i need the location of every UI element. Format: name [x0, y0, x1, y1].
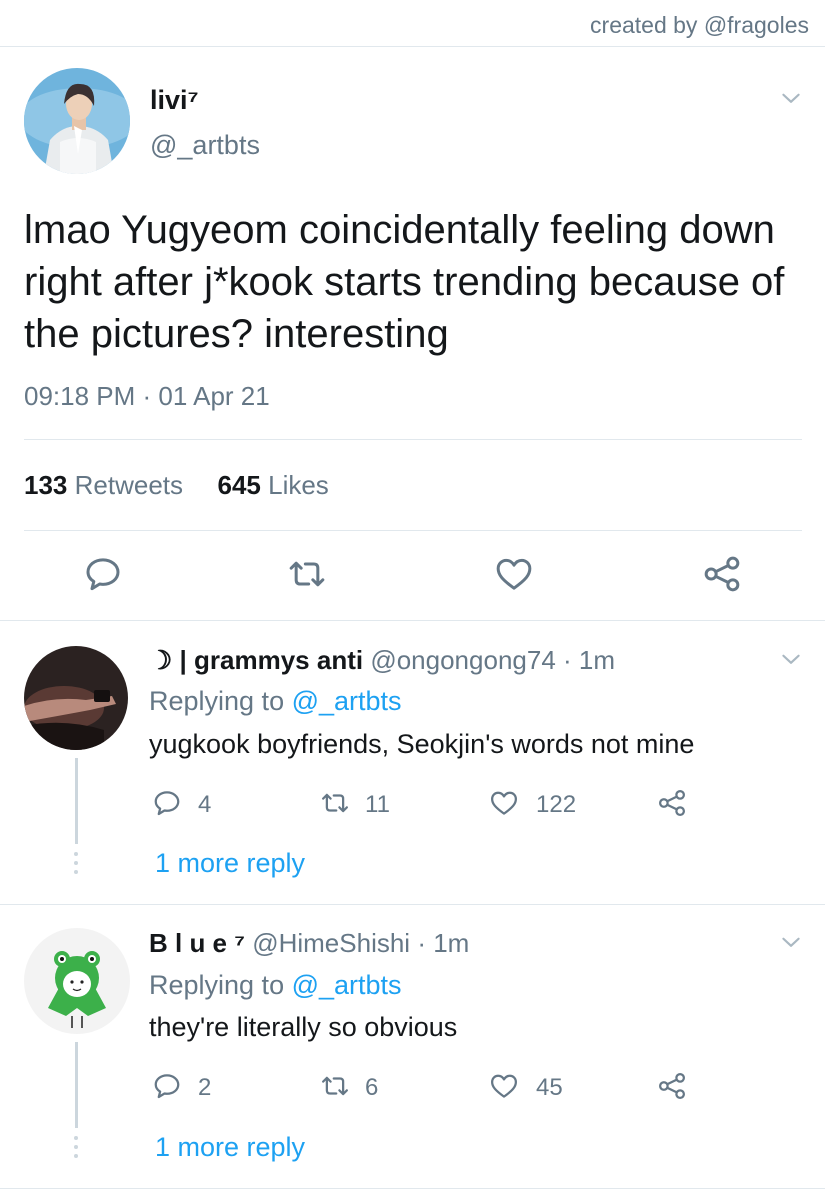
reply-1-replying-to: Replying to @_artbts — [149, 686, 402, 717]
retweet-icon[interactable] — [319, 788, 351, 818]
reply-1-header[interactable]: ☽ | grammys anti @ongongong74 · 1m — [149, 645, 615, 676]
reply-2-thread-dot — [74, 1145, 78, 1149]
chevron-down-icon[interactable] — [778, 646, 804, 672]
reply-1-thread-dot — [74, 870, 78, 874]
reply-2-thread-dot — [74, 1136, 78, 1140]
stats-bottom-divider — [24, 530, 802, 531]
share-icon[interactable] — [656, 1071, 688, 1101]
reply-icon[interactable] — [152, 788, 182, 818]
replying-to-label: Replying to — [149, 686, 285, 716]
reply-1-handle: @ongongong74 — [370, 645, 556, 675]
actions-bottom-divider — [0, 620, 825, 621]
main-display-name[interactable]: livi⁷ — [150, 85, 199, 116]
top-divider — [0, 46, 825, 47]
replying-to-handle[interactable]: @_artbts — [292, 970, 402, 1000]
reply-2-divider — [0, 1188, 825, 1189]
retweet-stat[interactable]: 133 Retweets — [24, 470, 183, 500]
reply-2-avatar[interactable] — [24, 928, 130, 1034]
reply-1-more-replies[interactable]: 1 more reply — [155, 848, 305, 879]
stats-top-divider — [24, 439, 802, 440]
chevron-down-icon[interactable] — [778, 929, 804, 955]
retweets-label: Retweets — [74, 470, 184, 500]
reply-2-replies-count: 2 — [198, 1074, 212, 1101]
reply-2-retweets-count: 6 — [365, 1074, 379, 1101]
main-handle[interactable]: @_artbts — [150, 130, 260, 161]
likes-label: Likes — [268, 470, 329, 500]
replying-to-label: Replying to — [149, 970, 285, 1000]
likes-count: 645 — [217, 470, 261, 500]
reply-1-thread-dot — [74, 861, 78, 865]
reply-1-retweets-count: 11 — [365, 791, 390, 818]
reply-2-replying-to: Replying to @_artbts — [149, 970, 402, 1001]
reply-2-thread-dot — [74, 1154, 78, 1158]
heart-icon[interactable] — [488, 788, 520, 818]
reply-icon[interactable] — [152, 1071, 182, 1101]
reply-2-time: · 1m — [417, 928, 470, 958]
reply-2-text: they're literally so obvious — [149, 1012, 458, 1042]
replying-to-handle[interactable]: @_artbts — [292, 686, 402, 716]
reply-2-thread-line — [75, 1042, 78, 1128]
heart-icon[interactable] — [494, 554, 534, 594]
reply-1-avatar[interactable] — [24, 646, 128, 750]
credit-text: created by @fragoles — [590, 12, 809, 38]
reply-2-more-replies[interactable]: 1 more reply — [155, 1132, 305, 1163]
reply-1-replies-count: 4 — [198, 791, 212, 818]
likes-stat[interactable]: 645 Likes — [217, 470, 328, 500]
tweet-timestamp[interactable]: 09:18 PM · 01 Apr 21 — [24, 381, 270, 412]
retweets-count: 133 — [24, 470, 68, 500]
reply-2-likes-count: 45 — [536, 1074, 563, 1101]
reply-icon[interactable] — [83, 554, 123, 594]
reply-2-display-name: B l u e ⁷ — [149, 928, 245, 958]
retweet-icon[interactable] — [319, 1071, 351, 1101]
reply-1-thread-line — [75, 758, 78, 844]
reply-1-time: · 1m — [563, 645, 616, 675]
heart-icon[interactable] — [488, 1071, 520, 1101]
reply-1-likes-count: 122 — [536, 791, 577, 818]
chevron-down-icon[interactable] — [778, 85, 804, 111]
reply-1-text: yugkook boyfriends, Seokjin's words not … — [149, 729, 695, 759]
main-avatar[interactable] — [24, 68, 130, 174]
reply-2-handle: @HimeShishi — [252, 928, 411, 958]
tweet-stats: 133 Retweets 645 Likes — [24, 470, 329, 501]
reply-2-header[interactable]: B l u e ⁷ @HimeShishi · 1m — [149, 928, 469, 959]
retweet-icon[interactable] — [287, 554, 327, 594]
share-icon[interactable] — [656, 788, 688, 818]
reply-1-divider — [0, 904, 825, 905]
reply-1-thread-dot — [74, 852, 78, 856]
tweet-text: lmao Yugyeom coincidentally feeling down… — [24, 208, 785, 356]
reply-1-display-name: ☽ | grammys anti — [149, 645, 364, 675]
share-icon[interactable] — [702, 554, 742, 594]
